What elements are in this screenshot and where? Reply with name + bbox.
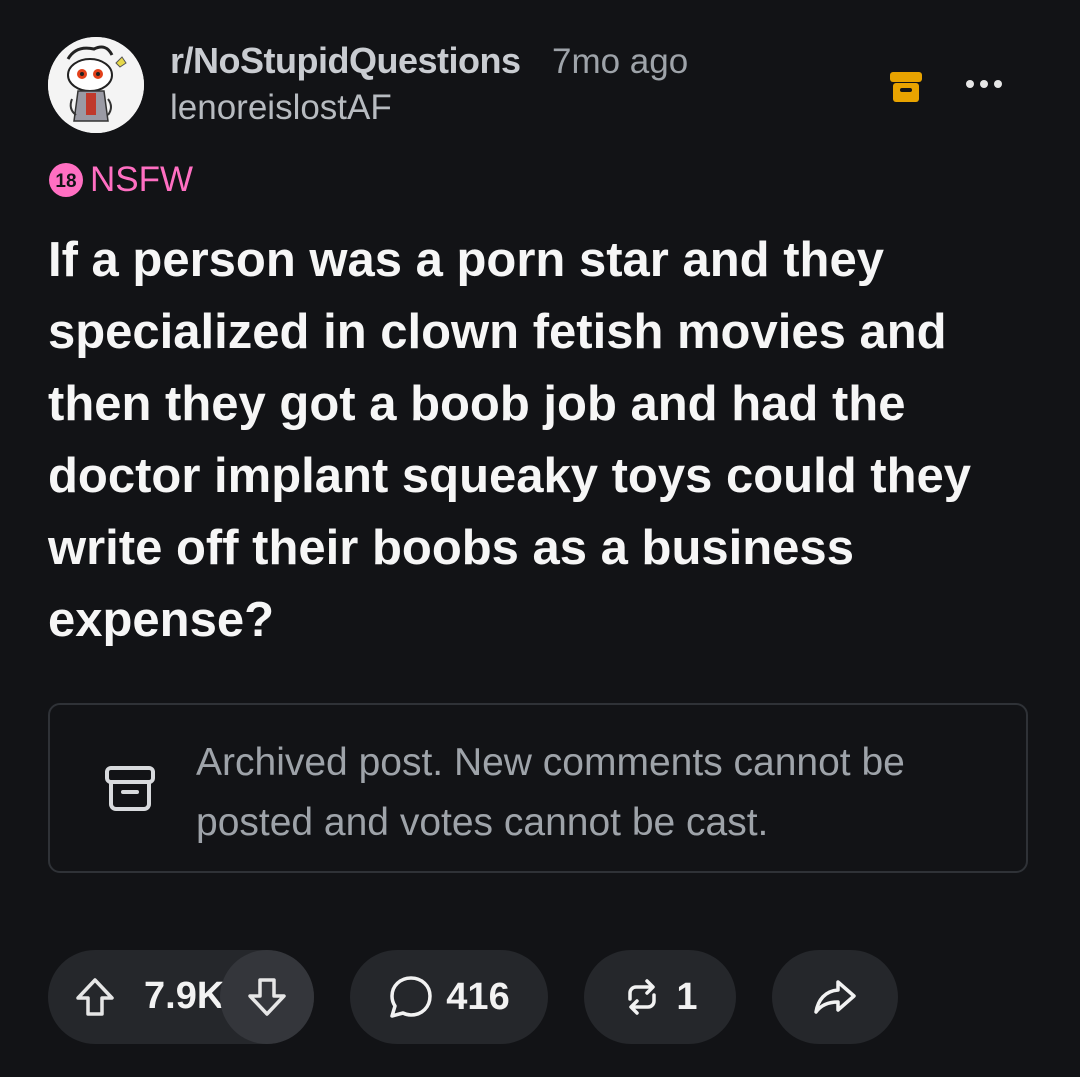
archive-box-icon: [104, 763, 156, 815]
author-username[interactable]: lenoreislostAF: [170, 88, 392, 128]
vote-control: 7.9K: [48, 950, 314, 1044]
comments-button[interactable]: 416: [350, 950, 548, 1044]
post-title: If a person was a porn star and they spe…: [48, 233, 972, 647]
comment-count: 416: [446, 975, 510, 1018]
downvote-button[interactable]: [220, 950, 314, 1044]
crosspost-button[interactable]: 1: [584, 950, 736, 1044]
nsfw-label: NSFW: [90, 160, 194, 199]
crosspost-count: 1: [676, 975, 698, 1018]
upvote-button[interactable]: [48, 950, 142, 1044]
more-options-button[interactable]: [962, 62, 1006, 106]
archived-notice-text: Archived post. New comments cannot be po…: [196, 741, 905, 844]
more-options-icon: [966, 80, 1002, 88]
age-18-icon: 18: [49, 163, 83, 197]
share-arrow-icon: [814, 980, 856, 1014]
arrow-down-icon: [248, 978, 286, 1016]
repost-icon: [628, 979, 657, 1015]
snoo-avatar-icon: [48, 37, 144, 133]
vote-count: 7.9K: [144, 975, 225, 1017]
nsfw-badge-number: 18: [55, 171, 76, 192]
post-timestamp: 7mo ago: [552, 42, 689, 81]
archive-box-icon: [888, 68, 924, 104]
archived-notice: Archived post. New comments cannot be po…: [48, 703, 1028, 873]
share-button[interactable]: [772, 950, 898, 1044]
nsfw-badge: 18 NSFW: [48, 160, 193, 200]
arrow-up-icon: [76, 978, 114, 1016]
subreddit-name[interactable]: r/NoStupidQuestions: [170, 40, 521, 82]
user-avatar[interactable]: [48, 37, 144, 133]
speech-bubble-icon: [390, 976, 433, 1018]
